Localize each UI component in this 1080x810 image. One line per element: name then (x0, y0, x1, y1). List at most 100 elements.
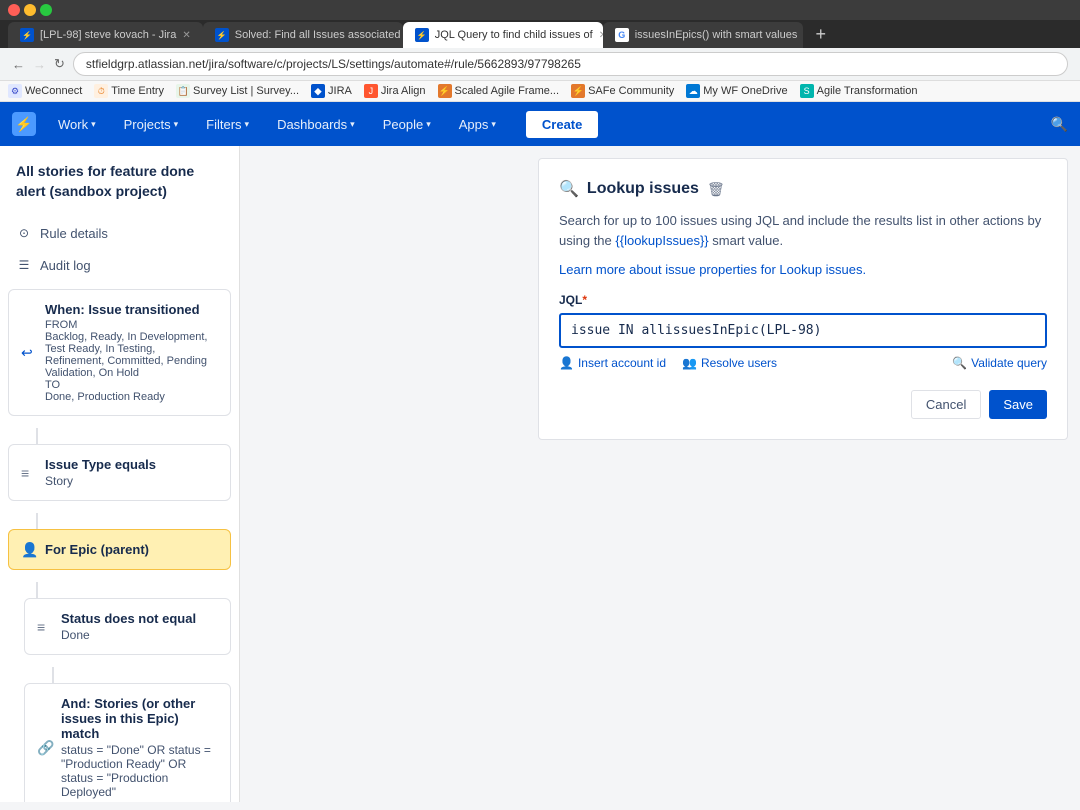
bookmark-time-entry[interactable]: ⏱ Time Entry (94, 84, 164, 98)
insert-account-btn[interactable]: 👤 Insert account id (559, 356, 666, 370)
bookmark-safe-community[interactable]: ⚡ SAFe Community (571, 84, 674, 98)
scaled-agile-icon: ⚡ (438, 84, 452, 98)
tab1-icon (20, 28, 34, 42)
connector-1 (36, 428, 38, 444)
connector-2 (36, 513, 38, 529)
refresh-btn[interactable]: ↻ (54, 56, 65, 72)
bookmark-scaled-agile[interactable]: ⚡ Scaled Agile Frame... (438, 84, 560, 98)
bookmark-onedrive[interactable]: ☁ My WF OneDrive (686, 84, 787, 98)
survey-icon: 📋 (176, 84, 190, 98)
panel-title: Lookup issues (587, 180, 699, 198)
address-bar: ← → ↻ (0, 48, 1080, 81)
main-wrapper: All stories for feature done alert (sand… (0, 146, 1080, 802)
people-chevron: ▾ (426, 119, 431, 130)
safe-community-icon: ⚡ (571, 84, 585, 98)
field-actions: 👤 Insert account id 👥 Resolve users 🔍 Va… (559, 356, 1047, 370)
status-icon: ≡ (37, 619, 45, 635)
close-window-btn[interactable] (8, 4, 20, 16)
for-epic-icon: 👤 (21, 541, 38, 558)
users-icon: 👥 (682, 356, 697, 370)
jql-label: JQL* (559, 293, 1047, 307)
sidebar-item-rule-details[interactable]: ⊙ Rule details (0, 217, 239, 249)
bookmark-jira-align[interactable]: J Jira Align (364, 84, 426, 98)
status-node[interactable]: ≡ Status does not equal Done (24, 598, 231, 655)
tab2-icon (215, 28, 229, 42)
tab4-icon: G (615, 28, 629, 42)
time-entry-icon: ⏱ (94, 84, 108, 98)
cancel-button[interactable]: Cancel (911, 390, 981, 419)
panel-footer: Cancel Save (559, 390, 1047, 419)
new-tab-btn[interactable]: + (807, 20, 835, 48)
nav-item-people[interactable]: People ▾ (377, 113, 437, 136)
panel-header: 🔍 Lookup issues 🗑 (559, 179, 1047, 199)
bookmark-agile-transform[interactable]: S Agile Transformation (800, 84, 918, 98)
bookmark-jira[interactable]: ◆ JIRA (311, 84, 352, 98)
rule-details-icon: ⊙ (16, 225, 32, 241)
weconnect-icon: ⚙ (8, 84, 22, 98)
nav-item-dashboards[interactable]: Dashboards ▾ (271, 113, 361, 136)
dashboards-chevron: ▾ (350, 119, 355, 130)
browser-tab-3[interactable]: JQL Query to find child issues of ✕ (403, 22, 603, 48)
and-icon: 🔗 (37, 739, 54, 756)
page-title: All stories for feature done alert (sand… (16, 162, 223, 201)
work-chevron: ▾ (91, 119, 96, 130)
issue-type-node[interactable]: ≡ Issue Type equals Story (8, 444, 231, 501)
jira-bookmark-icon: ◆ (311, 84, 325, 98)
jira-logo: ⚡ (12, 112, 36, 136)
center-space (240, 146, 538, 802)
rule-flow: ↩ When: Issue transitioned FROM Backlog,… (0, 281, 239, 802)
search-icon[interactable]: 🔍 (1051, 116, 1068, 133)
person-icon: 👤 (559, 356, 574, 370)
connector-4 (52, 667, 54, 683)
nav-item-apps[interactable]: Apps ▾ (453, 113, 502, 136)
onedrive-icon: ☁ (686, 84, 700, 98)
search-icon-small: 🔍 (952, 356, 967, 370)
for-epic-node[interactable]: 👤 For Epic (parent) (8, 529, 231, 570)
validate-query-btn[interactable]: 🔍 Validate query (952, 356, 1047, 370)
jira-align-icon: J (364, 84, 378, 98)
jira-navbar: ⚡ Work ▾ Projects ▾ Filters ▾ Dashboards… (0, 102, 1080, 146)
learn-more-link[interactable]: Learn more about issue properties for Lo… (559, 262, 1047, 277)
projects-chevron: ▾ (174, 119, 179, 130)
bookmarks-bar: ⚙ WeConnect ⏱ Time Entry 📋 Survey List |… (0, 81, 1080, 102)
agile-transform-icon: S (800, 84, 814, 98)
jql-field: JQL* 👤 Insert account id 👥 Resolve users… (559, 293, 1047, 370)
address-input[interactable] (73, 52, 1068, 76)
create-button[interactable]: Create (526, 111, 598, 138)
panel-description: Search for up to 100 issues using JQL an… (559, 211, 1047, 250)
browser-tab-4[interactable]: G issuesInEpics() with smart values ✕ (603, 22, 803, 48)
back-btn[interactable]: ← (12, 57, 25, 72)
connector-3 (36, 582, 38, 598)
nav-item-projects[interactable]: Projects ▾ (118, 113, 185, 136)
bookmark-survey[interactable]: 📋 Survey List | Survey... (176, 84, 299, 98)
audit-log-icon: ☰ (16, 257, 32, 273)
sidebar-item-audit-log[interactable]: ☰ Audit log (0, 249, 239, 281)
nav-item-work[interactable]: Work ▾ (52, 113, 102, 136)
page-title-area: All stories for feature done alert (sand… (0, 162, 239, 217)
content-area: 🔍 Lookup issues 🗑 Search for up to 100 i… (240, 146, 1080, 802)
jira-logo-icon: ⚡ (12, 112, 36, 136)
and-node[interactable]: 🔗 And: Stories (or other issues in this … (24, 683, 231, 802)
apps-chevron: ▾ (491, 119, 496, 130)
tab1-close[interactable]: ✕ (182, 30, 190, 41)
jql-input[interactable] (559, 313, 1047, 348)
lookup-issues-panel: 🔍 Lookup issues 🗑 Search for up to 100 i… (538, 158, 1068, 440)
minimize-window-btn[interactable] (24, 4, 36, 16)
filters-chevron: ▾ (245, 119, 250, 130)
browser-tab-1[interactable]: [LPL-98] steve kovach - Jira ✕ (8, 22, 203, 48)
bookmark-weconnect[interactable]: ⚙ WeConnect (8, 84, 82, 98)
maximize-window-btn[interactable] (40, 4, 52, 16)
forward-btn[interactable]: → (33, 57, 46, 72)
panel-search-icon: 🔍 (559, 179, 579, 199)
tab-bar: [LPL-98] steve kovach - Jira ✕ Solved: F… (0, 20, 1080, 48)
browser-tab-2[interactable]: Solved: Find all Issues associated ✕ (203, 22, 403, 48)
when-node[interactable]: ↩ When: Issue transitioned FROM Backlog,… (8, 289, 231, 416)
resolve-users-btn[interactable]: 👥 Resolve users (682, 356, 777, 370)
when-icon: ↩ (21, 344, 33, 361)
save-button[interactable]: Save (989, 390, 1047, 419)
tab3-icon (415, 28, 429, 42)
nav-item-filters[interactable]: Filters ▾ (200, 113, 255, 136)
panel-delete-btn[interactable]: 🗑 (707, 181, 725, 198)
browser-chrome (0, 0, 1080, 20)
issue-type-icon: ≡ (21, 465, 29, 481)
